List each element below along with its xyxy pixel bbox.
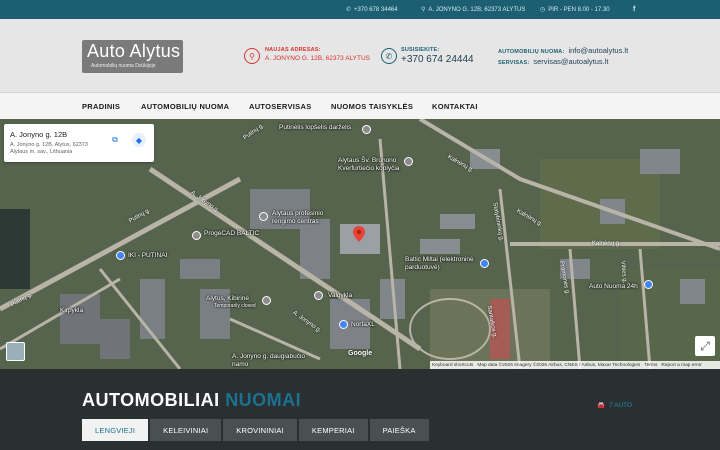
place-address: A. Jonyno g. 12B, Alytus, 62373 Alytaus … — [10, 142, 88, 155]
map-marker-icon: ⚲ — [244, 48, 260, 64]
map-label-progecad[interactable]: ProgeCAD BALTIC — [204, 230, 259, 237]
tab-kemperiai[interactable]: KEMPERIAI — [298, 419, 368, 441]
map-label-temporarily-closed: Temporarily closed — [214, 303, 256, 309]
embedded-map[interactable]: A. Jonyno g. 12B A. Jonyno g. 12B, Alytu… — [0, 119, 720, 369]
map-label-iki[interactable]: IKI - PUTINAI — [128, 252, 167, 259]
service-label: SERVISAS: — [498, 60, 530, 66]
map-label-college[interactable]: Alytaus profesinio rengimo centras — [272, 210, 342, 226]
section-heading: AUTOMOBILIAI NUOMAI — [82, 390, 301, 411]
section-heading-blue: NUOMAI — [225, 390, 302, 410]
top-bar: ✆ +370 678 34464 ⚲ A. JONYNO G. 12B, 623… — [0, 0, 720, 19]
directions-icon[interactable]: ◆ — [132, 133, 146, 147]
topbar-hours-text: PIR - PEN 8.00 - 17.30 — [548, 6, 610, 13]
tab-paieska[interactable]: PAIEŠKA — [369, 419, 429, 441]
new-address-value: A. JONYNO G. 12B, 62373 ALYTUS — [265, 55, 371, 62]
terms-link[interactable]: Terms — [644, 363, 657, 368]
place-title: A. Jonyno g. 12B — [10, 130, 68, 139]
logo-tagline: Automobilių nuoma Dzūkijoje — [91, 63, 156, 69]
map-place-card: A. Jonyno g. 12B A. Jonyno g. 12B, Alytu… — [4, 124, 154, 162]
cafe-poi-icon[interactable] — [262, 296, 271, 305]
nav-item-rental-rules[interactable]: NUOMOS TAISYKLĖS — [331, 102, 413, 111]
nav-item-autoservice[interactable]: AUTOSERVISAS — [249, 102, 312, 111]
tab-keleiviniai[interactable]: KELEIVINIAI — [150, 419, 222, 441]
map-attribution: Keyboard shortcuts Map data ©2026 Imager… — [430, 361, 720, 369]
category-tabs: LENGVIEJI KELEIVINIAI KROVININIAI KEMPER… — [82, 419, 429, 441]
topbar-phone-text: +370 678 34464 — [354, 6, 398, 13]
contact-label: SUSISIEKITE: — [401, 47, 440, 53]
map-data-text: Map data ©2026 Imagery ©2026 Airbus, CNE… — [477, 362, 641, 368]
header-contact[interactable]: SUSISIEKITE: +370 674 24444 — [401, 47, 474, 65]
location-marker-icon[interactable] — [353, 226, 365, 242]
restaurant-poi-icon[interactable] — [314, 291, 323, 300]
clock-icon: ◷ — [540, 7, 546, 13]
location-pin-icon: ⚲ — [421, 7, 426, 13]
topbar-address: ⚲ A. JONYNO G. 12B, 62373 ALYTUS — [421, 6, 526, 14]
map-label-chapel[interactable]: Alytaus Šv. Brunono Kverfurtiečio koplyč… — [338, 157, 418, 173]
nav-item-car-rental[interactable]: AUTOMOBILIŲ NUOMA — [141, 102, 229, 111]
rental-label: AUTOMOBILIŲ NUOMA: — [498, 49, 565, 55]
map-label-baltic-miltai[interactable]: Baltic Miltai (elektroninė parduotuvė) — [405, 256, 480, 272]
facebook-icon[interactable]: f — [633, 6, 635, 13]
car-icon: 🚘 — [597, 402, 606, 409]
fullscreen-icon[interactable]: ⤢ — [695, 336, 715, 356]
new-address-label: NAUJAS ADRESAS: — [265, 47, 321, 53]
topbar-hours: ◷ PIR - PEN 8.00 - 17.30 — [540, 6, 610, 14]
report-error-link[interactable]: Report a map error — [661, 363, 702, 368]
business-poi-icon[interactable] — [192, 231, 201, 240]
car-count: 🚘 7 AUTO — [597, 401, 633, 410]
map-label-kibirine[interactable]: Alytus, Kibirinė — [206, 295, 249, 302]
map-label-kirpykla[interactable]: Kirpykla — [60, 307, 83, 314]
contact-phone[interactable]: +370 674 24444 — [401, 54, 474, 65]
logo-name: Auto Alytus — [87, 41, 181, 61]
norfa-poi-icon[interactable] — [339, 320, 348, 329]
phone-icon: ✆ — [346, 7, 352, 13]
cars-section: AUTOMOBILIAI NUOMAI 🚘 7 AUTO LENGVIEJI K… — [0, 369, 720, 450]
topbar-phone[interactable]: ✆ +370 678 34464 — [346, 6, 398, 14]
header-emails: AUTOMOBILIŲ NUOMA: info@autoalytus.lt SE… — [498, 46, 628, 66]
auto-nuoma-poi-icon[interactable] — [644, 280, 653, 289]
service-email[interactable]: servisas@autoalytus.lt — [533, 57, 608, 66]
nav-item-home[interactable]: PRADINIS — [82, 102, 120, 111]
school-poi-icon[interactable] — [362, 125, 371, 134]
car-count-text: 7 AUTO — [609, 401, 633, 409]
map-type-toggle[interactable] — [6, 342, 25, 361]
tab-krovininiai[interactable]: KROVININIAI — [223, 419, 297, 441]
google-logo: Google — [348, 350, 373, 357]
site-header: Auto Alytus Automobilių nuoma Dzūkijoje … — [0, 19, 720, 92]
phone-icon: ✆ — [381, 48, 397, 64]
map-label-norfa[interactable]: NorfaXL — [351, 321, 375, 328]
keyboard-shortcuts-link[interactable]: Keyboard shortcuts — [432, 363, 473, 368]
shop-poi-icon[interactable] — [116, 251, 125, 260]
map-label-daugiabutis[interactable]: A. Jonyno g. daugiabučio namo — [232, 353, 322, 369]
college-poi-icon[interactable] — [259, 212, 268, 221]
map-label-valgykla[interactable]: Valgykla — [328, 292, 352, 299]
road-label: Kalnėnų g. — [592, 241, 621, 247]
rental-email[interactable]: info@autoalytus.lt — [568, 46, 628, 55]
tab-lengvieji[interactable]: LENGVIEJI — [82, 419, 149, 441]
section-heading-white: AUTOMOBILIAI — [82, 390, 220, 410]
open-in-maps-icon[interactable]: ⧉ — [108, 133, 122, 147]
nav-item-contacts[interactable]: KONTAKTAI — [432, 102, 478, 111]
header-new-address: NAUJAS ADRESAS: A. JONYNO G. 12B, 62373 … — [265, 47, 370, 62]
main-nav: PRADINIS AUTOMOBILIŲ NUOMA AUTOSERVISAS … — [0, 92, 720, 119]
topbar-address-text: A. JONYNO G. 12B, 62373 ALYTUS — [428, 6, 526, 13]
map-label-putinelis[interactable]: Putinėlis lopšelis darželis — [279, 124, 351, 131]
map-label-auto-nuoma[interactable]: Auto Nuoma 24h — [589, 283, 638, 290]
baltic-miltai-poi-icon[interactable] — [480, 259, 489, 268]
logo[interactable]: Auto Alytus Automobilių nuoma Dzūkijoje — [82, 40, 183, 73]
